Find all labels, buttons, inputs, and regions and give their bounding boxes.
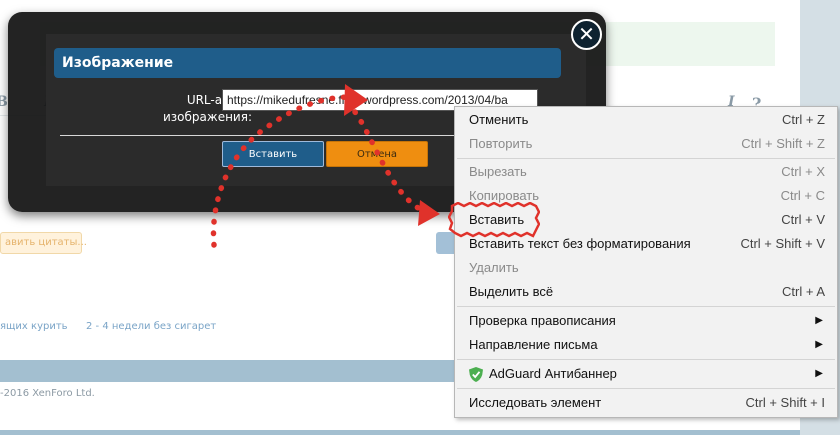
menu-item-select-all[interactable]: Выделить всё Ctrl + A — [455, 280, 837, 304]
menu-item-undo[interactable]: Отменить Ctrl + Z — [455, 108, 837, 132]
menu-item-redo[interactable]: Повторить Ctrl + Shift + Z — [455, 132, 837, 156]
quote-button[interactable]: авить цитаты... — [0, 232, 87, 254]
adguard-shield-icon — [469, 367, 483, 382]
menu-item-delete[interactable]: Удалить — [455, 256, 837, 280]
menu-item-cut[interactable]: Вырезать Ctrl + X — [455, 160, 837, 184]
footer-bottom-bar — [0, 430, 800, 435]
close-icon[interactable]: ✕ — [571, 19, 602, 50]
background-link[interactable]: ящих курить — [0, 321, 68, 332]
menu-separator — [457, 359, 835, 360]
menu-separator — [457, 158, 835, 159]
background-link[interactable]: 2 - 4 недели без сигарет — [86, 321, 216, 332]
insert-button[interactable]: Вставить — [222, 141, 324, 167]
menu-item-adguard[interactable]: AdGuard Антибаннер ▶ — [455, 362, 837, 386]
cancel-button[interactable]: Отмена — [326, 141, 428, 167]
copyright: -2016 XenForo Ltd. — [0, 388, 95, 399]
menu-item-writing-direction[interactable]: Направление письма ▶ — [455, 333, 837, 357]
bold-icon[interactable]: B — [0, 94, 8, 110]
menu-item-spellcheck[interactable]: Проверка правописания ▶ — [455, 309, 837, 333]
menu-item-inspect[interactable]: Исследовать элемент Ctrl + Shift + I — [455, 391, 837, 415]
dialog-title: Изображение — [54, 48, 561, 78]
chevron-right-icon: ▶ — [815, 339, 823, 350]
chevron-right-icon: ▶ — [815, 368, 823, 379]
chevron-right-icon: ▶ — [815, 315, 823, 326]
paste-highlight-burst — [448, 202, 540, 238]
menu-separator — [457, 388, 835, 389]
context-menu: Отменить Ctrl + Z Повторить Ctrl + Shift +… — [454, 106, 838, 418]
menu-separator — [457, 306, 835, 307]
